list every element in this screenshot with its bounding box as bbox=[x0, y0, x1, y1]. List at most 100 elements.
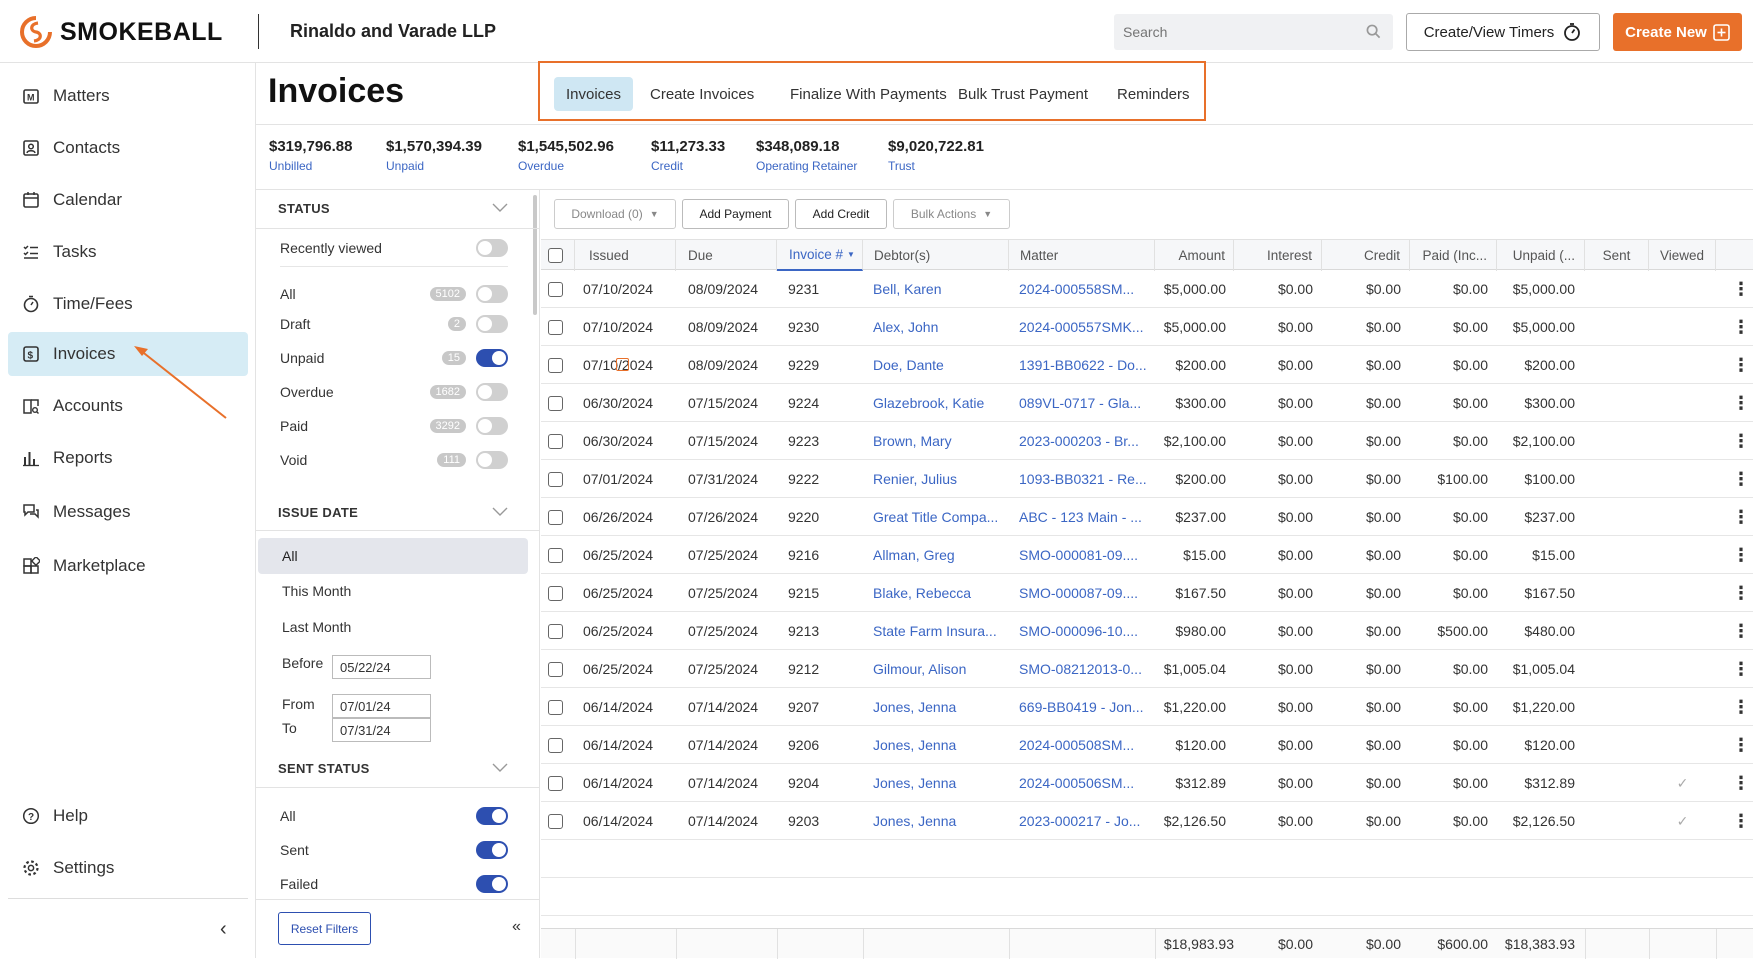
search-input[interactable] bbox=[1114, 14, 1354, 50]
toggle[interactable] bbox=[476, 841, 508, 859]
tab-reminders[interactable]: Reminders bbox=[1105, 77, 1202, 111]
row-checkbox[interactable] bbox=[548, 662, 563, 677]
filter-status-all[interactable]: All 5102 bbox=[280, 282, 508, 306]
toggle[interactable] bbox=[476, 417, 508, 435]
filter-sent-failed[interactable]: Failed bbox=[280, 872, 508, 896]
table-row[interactable]: 06/26/2024 07/26/2024 9220 Great Title Comp… bbox=[541, 498, 1753, 536]
sidebar-item-accounts[interactable]: Accounts bbox=[8, 384, 248, 428]
row-menu-icon[interactable]: ⋮ bbox=[1732, 612, 1750, 650]
row-checkbox[interactable] bbox=[548, 814, 563, 829]
calendar-icon[interactable] bbox=[616, 358, 629, 371]
row-menu-icon[interactable]: ⋮ bbox=[1732, 574, 1750, 612]
stat-credit[interactable]: $11,273.33 Credit bbox=[651, 138, 725, 173]
row-checkbox[interactable] bbox=[548, 738, 563, 753]
row-menu-icon[interactable]: ⋮ bbox=[1732, 346, 1750, 384]
row-menu-icon[interactable]: ⋮ bbox=[1732, 270, 1750, 308]
stat-trust[interactable]: $9,020,722.81 Trust bbox=[888, 138, 984, 173]
filter-status-overdue[interactable]: Overdue 1682 bbox=[280, 380, 508, 404]
create-view-timers-button[interactable]: Create/View Timers bbox=[1406, 13, 1600, 51]
column-viewed[interactable]: Viewed bbox=[1649, 240, 1716, 271]
column-unpaid[interactable]: Unpaid (... bbox=[1497, 240, 1585, 271]
toggle[interactable] bbox=[476, 315, 508, 333]
column-credit[interactable]: Credit bbox=[1322, 240, 1410, 271]
column-amount[interactable]: Amount bbox=[1155, 240, 1234, 271]
column-issued[interactable]: Issued bbox=[575, 240, 676, 271]
cell-matter[interactable]: 1391-BB0622 - Do... bbox=[1019, 346, 1153, 384]
cell-debtor[interactable]: Jones, Jenna bbox=[873, 764, 1007, 802]
sidebar-item-settings[interactable]: Settings bbox=[8, 846, 248, 890]
issue-date-last-month[interactable]: Last Month bbox=[282, 619, 351, 635]
sidebar-item-marketplace[interactable]: Marketplace bbox=[8, 544, 248, 588]
to-date-input[interactable]: 07/31/24 bbox=[332, 718, 431, 742]
toggle[interactable] bbox=[476, 239, 508, 257]
column-interest[interactable]: Interest bbox=[1234, 240, 1322, 271]
row-checkbox[interactable] bbox=[548, 548, 563, 563]
download-button[interactable]: Download (0) ▼ bbox=[554, 199, 676, 229]
row-menu-icon[interactable]: ⋮ bbox=[1732, 802, 1750, 840]
cell-debtor[interactable]: Renier, Julius bbox=[873, 460, 1007, 498]
table-row[interactable]: 07/10/2024 08/09/2024 9230 Alex, John 2024-0… bbox=[541, 308, 1753, 346]
sidebar-item-help[interactable]: ? Help bbox=[8, 794, 248, 838]
cell-debtor[interactable]: Blake, Rebecca bbox=[873, 574, 1007, 612]
cell-debtor[interactable]: Bell, Karen bbox=[873, 270, 1007, 308]
column-paid[interactable]: Paid (Inc... bbox=[1410, 240, 1497, 271]
chevron-down-icon[interactable] bbox=[492, 203, 508, 213]
issue-date-this-month[interactable]: This Month bbox=[282, 583, 351, 599]
tab-finalize-with-payments[interactable]: Finalize With Payments bbox=[778, 77, 959, 111]
row-menu-icon[interactable]: ⋮ bbox=[1732, 650, 1750, 688]
filter-sent-all[interactable]: All bbox=[280, 804, 508, 828]
row-checkbox[interactable] bbox=[548, 776, 563, 791]
row-menu-icon[interactable]: ⋮ bbox=[1732, 764, 1750, 802]
cell-debtor[interactable]: Jones, Jenna bbox=[873, 726, 1007, 764]
row-checkbox[interactable] bbox=[548, 282, 563, 297]
search-box[interactable] bbox=[1114, 14, 1393, 50]
sidebar-item-matters[interactable]: M Matters bbox=[8, 74, 248, 118]
cell-debtor[interactable]: Glazebrook, Katie bbox=[873, 384, 1007, 422]
cell-debtor[interactable]: Alex, John bbox=[873, 308, 1007, 346]
cell-matter[interactable]: 669-BB0419 - Jon... bbox=[1019, 688, 1153, 726]
row-checkbox[interactable] bbox=[548, 358, 563, 373]
table-row[interactable]: 06/14/2024 07/14/2024 9207 Jones, Jenna 669-… bbox=[541, 688, 1753, 726]
sidebar-item-calendar[interactable]: Calendar bbox=[8, 178, 248, 222]
row-checkbox[interactable] bbox=[548, 586, 563, 601]
row-menu-icon[interactable]: ⋮ bbox=[1732, 384, 1750, 422]
toggle[interactable] bbox=[476, 285, 508, 303]
create-new-button[interactable]: Create New bbox=[1613, 13, 1742, 51]
issue-date-before[interactable]: Before bbox=[282, 655, 323, 671]
cell-debtor[interactable]: Great Title Compa... bbox=[873, 498, 1007, 536]
stat-operating-retainer[interactable]: $348,089.18 Operating Retainer bbox=[756, 138, 857, 173]
cell-matter[interactable]: 2024-000558SM... bbox=[1019, 270, 1153, 308]
select-all-checkbox[interactable] bbox=[548, 248, 563, 263]
toggle[interactable] bbox=[476, 451, 508, 469]
table-row[interactable]: 06/14/2024 07/14/2024 9204 Jones, Jenna 2024… bbox=[541, 764, 1753, 802]
cell-matter[interactable]: SMO-000081-09.... bbox=[1019, 536, 1153, 574]
table-row[interactable]: 07/10/2024 08/09/2024 9231 Bell, Karen 2024-… bbox=[541, 270, 1753, 308]
toggle[interactable] bbox=[476, 349, 508, 367]
cell-debtor[interactable]: Jones, Jenna bbox=[873, 688, 1007, 726]
tab-bulk-trust-payment[interactable]: Bulk Trust Payment bbox=[946, 77, 1100, 111]
table-row[interactable]: 07/01/2024 07/31/2024 9222 Renier, Julius 10… bbox=[541, 460, 1753, 498]
row-checkbox[interactable] bbox=[548, 472, 563, 487]
cell-matter[interactable]: 2024-000508SM... bbox=[1019, 726, 1153, 764]
cell-matter[interactable]: 2023-000203 - Br... bbox=[1019, 422, 1153, 460]
row-menu-icon[interactable]: ⋮ bbox=[1732, 308, 1750, 346]
filter-status-paid[interactable]: Paid 3292 bbox=[280, 414, 508, 438]
stat-overdue[interactable]: $1,545,502.96 Overdue bbox=[518, 138, 614, 173]
search-icon[interactable] bbox=[1366, 24, 1381, 39]
add-payment-button[interactable]: Add Payment bbox=[682, 199, 789, 229]
filter-scrollbar[interactable] bbox=[533, 195, 537, 315]
column-invoice-number[interactable]: Invoice # ▼ bbox=[777, 240, 863, 271]
sidebar-item-time-fees[interactable]: Time/Fees bbox=[8, 282, 248, 326]
collapse-sidebar-icon[interactable]: ‹ bbox=[220, 918, 227, 941]
filter-sent-sent[interactable]: Sent bbox=[280, 838, 508, 862]
stat-unpaid[interactable]: $1,570,394.39 Unpaid bbox=[386, 138, 482, 173]
cell-matter[interactable]: SMO-08212013-0... bbox=[1019, 650, 1153, 688]
cell-debtor[interactable]: Brown, Mary bbox=[873, 422, 1007, 460]
before-date-input[interactable]: 05/22/24 bbox=[332, 655, 431, 679]
cell-matter[interactable]: 2023-000217 - Jo... bbox=[1019, 802, 1153, 840]
cell-matter[interactable]: SMO-000087-09.... bbox=[1019, 574, 1153, 612]
smokeball-logo[interactable]: SMOKEBALL bbox=[18, 14, 223, 50]
sidebar-item-contacts[interactable]: Contacts bbox=[8, 126, 248, 170]
cell-matter[interactable]: 2024-000557SMK... bbox=[1019, 308, 1153, 346]
sidebar-item-tasks[interactable]: Tasks bbox=[8, 230, 248, 274]
